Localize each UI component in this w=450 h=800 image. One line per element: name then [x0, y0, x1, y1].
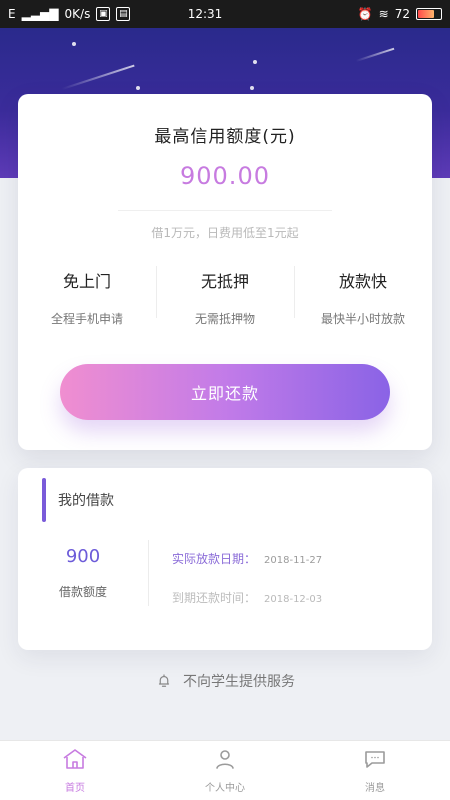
star-decoration	[250, 86, 254, 90]
feature-desc: 全程手机申请	[50, 312, 123, 326]
feature-fast-loan: 放款快 最快半小时放款	[294, 264, 432, 326]
credit-card: 最高信用额度(元) 900.00 借1万元，日费用低至1元起 免上门 全程手机申…	[18, 94, 432, 450]
feature-no-visit: 免上门 全程手机申请	[18, 264, 156, 326]
nav-messages[interactable]: 消息	[300, 741, 450, 800]
star-decoration	[136, 86, 140, 90]
net-speed: 0K/s	[64, 7, 91, 21]
credit-limit-amount: 900.00	[180, 162, 270, 190]
actual-date-label: 实际放款日期：	[172, 552, 257, 566]
credit-limit-label: 最高信用额度(元)	[154, 127, 296, 147]
alarm-icon: ⏰	[357, 7, 373, 21]
feature-no-collateral: 无抵押 无需抵押物	[156, 264, 294, 326]
student-notice: 不向学生提供服务	[0, 668, 450, 694]
app-screen: E ▂▃▅▇ 0K/s ▣ ▤ 12:31 ⏰ ≋ 72 最高信用额度(元) 9…	[0, 0, 450, 800]
due-date-value: 2018-12-03	[264, 594, 323, 605]
status-right: ⏰ ≋ 72	[272, 7, 442, 21]
status-bar: E ▂▃▅▇ 0K/s ▣ ▤ 12:31 ⏰ ≋ 72	[0, 0, 450, 28]
nav-home[interactable]: 首页	[0, 741, 150, 800]
feature-title: 免上门	[62, 272, 111, 291]
actual-date-value: 2018-11-27	[264, 555, 323, 566]
notification-icon: ▣	[96, 7, 111, 21]
loan-amount: 900	[65, 546, 101, 567]
loan-limit-block: 900 借款额度	[18, 546, 148, 600]
star-decoration	[253, 60, 257, 64]
loan-amount-label: 借款额度	[58, 585, 107, 599]
bottom-nav: 首页 个人中心 消息	[0, 740, 450, 800]
status-time: 12:31	[187, 7, 223, 21]
nav-label-messages: 消息	[365, 783, 385, 794]
credit-note: 借1万元，日费用低至1元起	[151, 226, 299, 240]
bell-icon	[155, 672, 173, 690]
nav-profile[interactable]: 个人中心	[150, 741, 300, 800]
status-left: E ▂▃▅▇ 0K/s ▣ ▤	[8, 7, 178, 21]
my-loan-title: 我的借款	[58, 493, 114, 509]
due-date-label: 到期还款时间：	[172, 591, 257, 605]
feature-title: 无抵押	[200, 272, 249, 291]
user-icon	[213, 747, 237, 775]
star-decoration	[72, 42, 76, 46]
features-row: 免上门 全程手机申请 无抵押 无需抵押物 放款快 最快半小时放款	[18, 264, 432, 326]
section-accent-bar	[42, 478, 46, 522]
repay-now-button[interactable]: 立即还款	[60, 364, 390, 420]
meteor-decoration	[61, 64, 135, 90]
nav-label-profile: 个人中心	[205, 783, 245, 794]
meteor-decoration	[355, 47, 395, 62]
message-icon	[362, 747, 388, 775]
loan-divider	[148, 540, 149, 606]
due-date-row: 到期还款时间： 2018-12-03	[172, 589, 422, 606]
battery-percent: 72	[394, 7, 410, 21]
my-loan-header: 我的借款	[18, 478, 432, 522]
app-icon: ▤	[116, 7, 131, 21]
feature-desc: 无需抵押物	[194, 312, 255, 326]
battery-icon	[416, 8, 442, 20]
wifi-icon: ≋	[378, 7, 389, 21]
credit-divider	[118, 210, 332, 211]
signal-icon: ▂▃▅▇	[21, 7, 59, 21]
nav-label-home: 首页	[65, 783, 85, 794]
my-loan-card: 我的借款 900 借款额度 实际放款日期： 2018-11-27 到期还款时间：…	[18, 468, 432, 650]
feature-title: 放款快	[338, 272, 387, 291]
notice-text: 不向学生提供服务	[183, 674, 295, 690]
home-icon	[61, 747, 89, 775]
loan-dates: 实际放款日期： 2018-11-27 到期还款时间： 2018-12-03	[172, 550, 422, 606]
actual-disbursement-row: 实际放款日期： 2018-11-27	[172, 550, 422, 567]
carrier-label: E	[8, 7, 16, 21]
feature-desc: 最快半小时放款	[320, 312, 405, 326]
